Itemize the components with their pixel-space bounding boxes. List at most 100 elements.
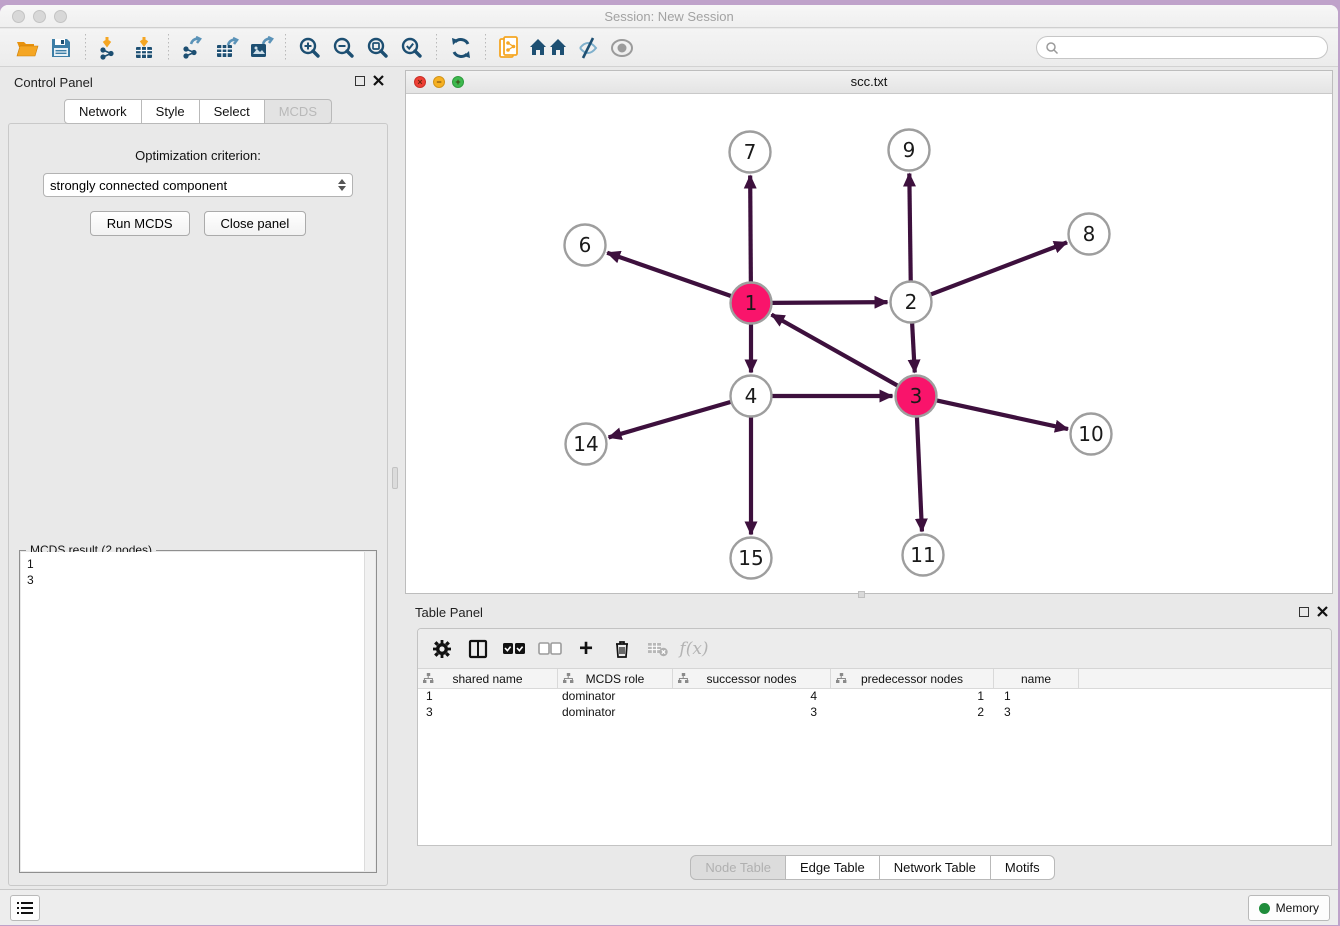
delete-column-icon[interactable]: [606, 634, 638, 664]
net-minimize-icon[interactable]: −: [433, 76, 445, 88]
show-column-panel-icon[interactable]: [462, 634, 494, 664]
memory-button[interactable]: Memory: [1248, 895, 1330, 921]
dropdown-stepper-icon: [338, 179, 346, 191]
zoom-selected-icon[interactable]: [395, 33, 429, 63]
zoom-in-icon[interactable]: [293, 33, 327, 63]
first-neighbors-icon[interactable]: [527, 33, 571, 63]
graph-node-7[interactable]: 7: [730, 132, 771, 173]
table-settings-gear-icon[interactable]: [426, 634, 458, 664]
net-maximize-icon[interactable]: +: [452, 76, 464, 88]
graph-edge[interactable]: [750, 175, 751, 282]
table-cell: dominator: [558, 705, 673, 721]
graph-node-10[interactable]: 10: [1071, 414, 1112, 455]
tab-motifs[interactable]: Motifs: [991, 855, 1055, 880]
table-panel-title: Table Panel: [415, 605, 483, 620]
tab-network[interactable]: Network: [64, 99, 142, 124]
list-icon: [17, 901, 33, 915]
network-view-title: scc.txt: [406, 71, 1332, 93]
show-graphics-details-icon[interactable]: [605, 33, 639, 63]
tab-node-table[interactable]: Node Table: [690, 855, 786, 880]
tab-select[interactable]: Select: [200, 99, 265, 124]
float-panel-icon[interactable]: [355, 76, 365, 86]
mcds-result-text[interactable]: 1 3: [21, 552, 375, 871]
refresh-layout-icon[interactable]: [444, 33, 478, 63]
tab-network-table[interactable]: Network Table: [880, 855, 991, 880]
table-tabs: Node Table Edge Table Network Table Moti…: [405, 855, 1338, 880]
graph-edge[interactable]: [771, 302, 887, 303]
window-title: Session: New Session: [0, 9, 1338, 24]
graph-edge[interactable]: [607, 253, 731, 296]
float-table-panel-icon[interactable]: [1299, 607, 1309, 617]
save-session-icon[interactable]: [44, 33, 78, 63]
graph-node-11[interactable]: 11: [903, 535, 944, 576]
toolbar-separator: [85, 34, 86, 62]
graph-edge[interactable]: [609, 402, 732, 438]
open-session-icon[interactable]: [10, 33, 44, 63]
clone-network-icon[interactable]: [493, 33, 527, 63]
function-builder-icon[interactable]: f(x): [678, 634, 710, 664]
table-row[interactable]: 1dominator411: [418, 689, 1331, 705]
zoom-fit-icon[interactable]: [361, 33, 395, 63]
graph-node-2[interactable]: 2: [891, 282, 932, 323]
result-scrollbar[interactable]: [364, 552, 375, 871]
zoom-out-icon[interactable]: [327, 33, 361, 63]
column-header-name[interactable]: name: [994, 669, 1079, 688]
graph-edge[interactable]: [771, 315, 898, 386]
close-table-panel-icon[interactable]: [1317, 606, 1328, 617]
graph-node-3[interactable]: 3: [896, 376, 937, 417]
criterion-dropdown[interactable]: strongly connected component: [43, 173, 353, 197]
column-header-predecessor-nodes[interactable]: predecessor nodes: [831, 669, 994, 688]
select-all-columns-icon[interactable]: [498, 634, 530, 664]
network-view-window: × − + scc.txt 7 9 6 8 1 2 4 3 14 10 15 11: [405, 70, 1333, 594]
network-canvas[interactable]: 7 9 6 8 1 2 4 3 14 10 15 11: [406, 94, 1332, 593]
node-table-body: 1dominator4113dominator323: [418, 689, 1331, 721]
hide-graphics-details-icon[interactable]: [571, 33, 605, 63]
tab-edge-table[interactable]: Edge Table: [786, 855, 880, 880]
column-header-successor-nodes[interactable]: successor nodes: [673, 669, 831, 688]
graph-edge[interactable]: [909, 173, 910, 281]
net-close-icon[interactable]: ×: [414, 76, 426, 88]
deselect-all-columns-icon[interactable]: [534, 634, 566, 664]
create-column-icon[interactable]: +: [570, 634, 602, 664]
graph-node-1[interactable]: 1: [731, 283, 772, 324]
table-panel: Table Panel +: [405, 600, 1338, 890]
task-history-button[interactable]: [10, 895, 40, 921]
table-cell: 3: [994, 705, 1079, 721]
graph-node-8[interactable]: 8: [1069, 214, 1110, 255]
graph-node-9[interactable]: 9: [889, 130, 930, 171]
graph-node-15[interactable]: 15: [731, 538, 772, 579]
table-cell: 1: [418, 689, 558, 705]
graph-node-6[interactable]: 6: [565, 225, 606, 266]
graph-edge[interactable]: [917, 416, 922, 531]
import-table-icon[interactable]: [127, 33, 161, 63]
horizontal-splitter-grip[interactable]: [858, 591, 865, 598]
close-panel-icon[interactable]: [373, 75, 384, 86]
export-network-icon[interactable]: [176, 33, 210, 63]
column-type-icon: [563, 673, 574, 684]
tab-mcds[interactable]: MCDS: [265, 99, 332, 124]
export-image-icon[interactable]: [244, 33, 278, 63]
export-table-icon[interactable]: [210, 33, 244, 63]
graph-edge[interactable]: [936, 400, 1068, 429]
toolbar-separator: [285, 34, 286, 62]
delete-table-icon[interactable]: [642, 634, 674, 664]
graph-node-4[interactable]: 4: [731, 376, 772, 417]
control-panel-tabs: Network Style Select MCDS: [6, 99, 390, 124]
column-header-MCDS-role[interactable]: MCDS role: [558, 669, 673, 688]
column-header-shared-name[interactable]: shared name: [418, 669, 558, 688]
panel-splitter[interactable]: [390, 67, 400, 889]
svg-text:4: 4: [745, 384, 758, 408]
graph-edge[interactable]: [912, 322, 915, 372]
svg-text:7: 7: [744, 140, 757, 164]
graph-edge[interactable]: [930, 242, 1067, 294]
svg-text:14: 14: [573, 432, 598, 456]
import-network-icon[interactable]: [93, 33, 127, 63]
table-row[interactable]: 3dominator323: [418, 705, 1331, 721]
graph-node-14[interactable]: 14: [566, 424, 607, 465]
close-panel-button[interactable]: Close panel: [204, 211, 307, 236]
run-mcds-button[interactable]: Run MCDS: [90, 211, 190, 236]
network-graph[interactable]: 7 9 6 8 1 2 4 3 14 10 15 11: [406, 94, 1332, 594]
control-panel: Control Panel Network Style Select MCDS …: [6, 71, 390, 886]
search-input[interactable]: [1059, 41, 1319, 55]
tab-style[interactable]: Style: [142, 99, 200, 124]
